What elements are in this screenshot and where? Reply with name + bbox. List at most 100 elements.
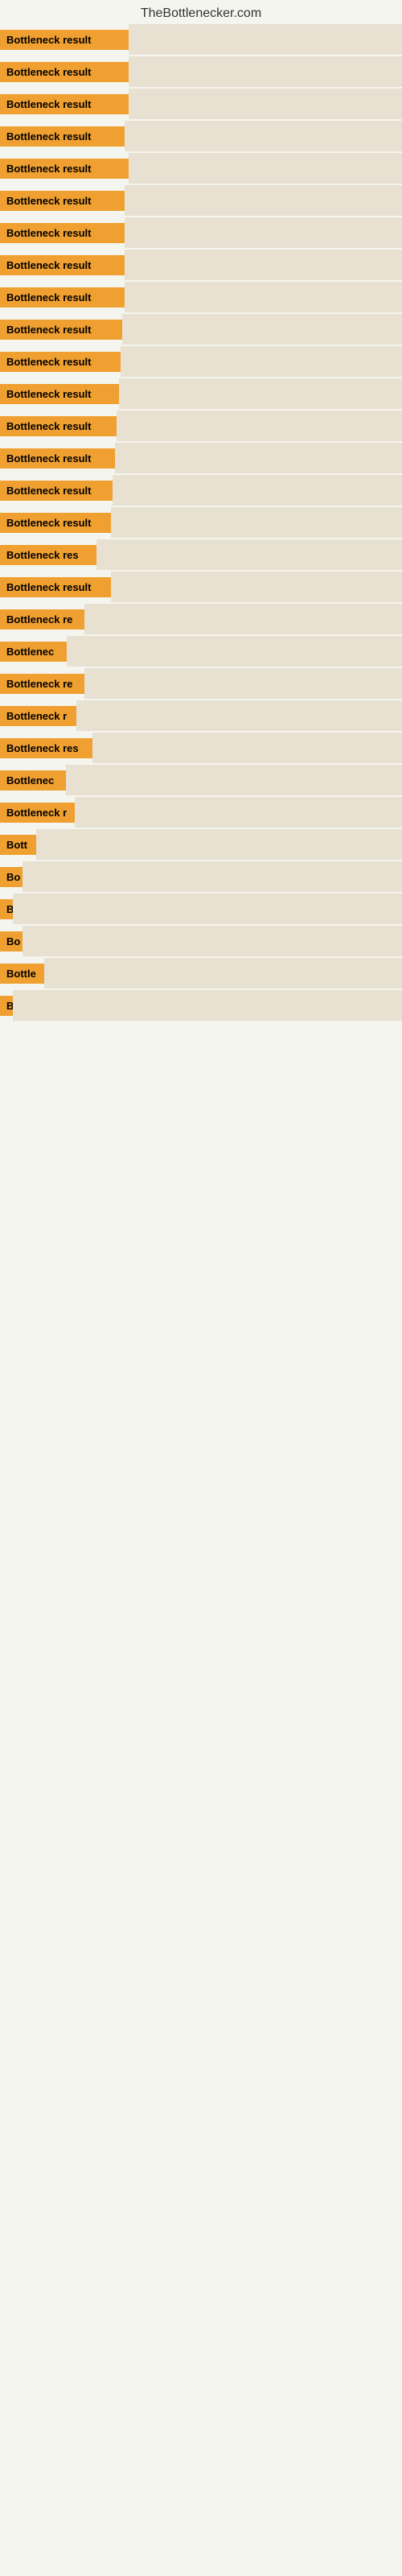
bar-segment [92,733,402,763]
list-item: Bottleneck r [0,797,402,828]
bottleneck-badge[interactable]: Bo [0,867,23,887]
bottleneck-badge[interactable]: Bottleneck result [0,62,129,82]
bottleneck-badge[interactable]: Bo [0,931,23,952]
list-item: Bottlenec [0,636,402,667]
site-title: TheBottlenecker.com [0,0,402,24]
bottleneck-badge[interactable]: Bottleneck result [0,384,119,404]
bottleneck-list: Bottleneck result Bottleneck result Bottle… [0,24,402,1278]
list-item [0,1151,402,1182]
list-item [0,1119,402,1150]
bar-segment [125,250,402,280]
bar-segment [121,346,402,377]
bottleneck-badge[interactable]: Bottleneck result [0,448,115,469]
bottleneck-badge[interactable]: Bottleneck r [0,706,76,726]
list-item: Bottleneck result [0,24,402,55]
bottleneck-badge[interactable]: Bottleneck result [0,191,125,211]
bar-segment [84,604,402,634]
bar-segment [66,765,402,795]
bottleneck-badge[interactable]: Bottlenec [0,642,67,662]
bottleneck-badge[interactable]: Bottleneck result [0,126,125,147]
bottleneck-badge[interactable]: Bottleneck result [0,320,122,340]
list-item [0,1055,402,1085]
list-item: Bo [0,926,402,956]
list-item: Bottleneck result [0,443,402,473]
list-item: Bottleneck result [0,378,402,409]
bottleneck-badge[interactable]: Bottleneck result [0,223,125,243]
bottleneck-badge[interactable]: Bottle [0,964,44,984]
list-item: Bottleneck res [0,733,402,763]
bar-segment [125,282,402,312]
list-item: Bottleneck result [0,314,402,345]
bottleneck-badge[interactable]: Bottleneck result [0,94,129,114]
bottleneck-badge[interactable]: Bottleneck re [0,674,84,694]
list-item: Bottleneck result [0,121,402,151]
bar-segment [23,861,402,892]
bar-segment [13,894,402,924]
list-item [0,1183,402,1214]
list-item: B [0,990,402,1021]
list-item [0,1248,402,1278]
bottleneck-badge[interactable]: Bottleneck result [0,159,129,179]
bottleneck-badge[interactable]: Bottleneck r [0,803,75,823]
bar-segment [129,56,402,87]
bottleneck-badge[interactable]: Bottlenec [0,770,66,791]
list-item: Bottleneck result [0,411,402,441]
list-item [0,1022,402,1053]
bottleneck-badge[interactable]: B [0,899,13,919]
bar-segment [111,507,402,538]
bar-segment [125,185,402,216]
bar-segment [122,314,402,345]
bottleneck-badge[interactable]: Bottleneck result [0,352,121,372]
bar-segment [129,153,402,184]
bar-segment [75,797,402,828]
bar-segment [125,121,402,151]
list-item: Bottleneck res [0,539,402,570]
list-item: Bottleneck r [0,700,402,731]
list-item: Bottleneck result [0,475,402,506]
list-item: Bottleneck result [0,56,402,87]
bar-segment [76,700,402,731]
list-item: Bottleneck result [0,346,402,377]
list-item: Bottleneck result [0,153,402,184]
bottleneck-badge[interactable]: Bottleneck result [0,416,117,436]
bar-segment [119,378,402,409]
bottleneck-badge[interactable]: B [0,996,13,1016]
bottleneck-badge[interactable]: Bottleneck result [0,30,129,50]
bar-segment [44,958,402,989]
bottleneck-badge[interactable]: Bott [0,835,36,855]
bottleneck-badge[interactable]: Bottleneck result [0,287,125,308]
list-item: Bottlenec [0,765,402,795]
list-item: Bottleneck result [0,250,402,280]
list-item: Bottleneck re [0,668,402,699]
bar-segment [67,636,402,667]
list-item: Bottleneck result [0,185,402,216]
bottleneck-badge[interactable]: Bottleneck result [0,577,111,597]
list-item: Bottleneck result [0,89,402,119]
list-item: Bottleneck result [0,507,402,538]
list-item [0,1087,402,1117]
bottleneck-badge[interactable]: Bottleneck result [0,255,125,275]
bar-segment [125,217,402,248]
bottleneck-badge[interactable]: Bottleneck re [0,609,84,630]
bar-segment [96,539,402,570]
bar-segment [36,829,402,860]
list-item: Bott [0,829,402,860]
bottleneck-badge[interactable]: Bottleneck result [0,513,111,533]
list-item: Bottle [0,958,402,989]
bottleneck-badge[interactable]: Bottleneck res [0,738,92,758]
bar-segment [13,990,402,1021]
bar-segment [84,668,402,699]
list-item: Bottleneck result [0,217,402,248]
list-item: B [0,894,402,924]
bar-segment [115,443,402,473]
bar-segment [111,572,402,602]
list-item: Bo [0,861,402,892]
bar-segment [129,24,402,55]
list-item [0,1216,402,1246]
list-item: Bottleneck result [0,282,402,312]
bottleneck-badge[interactable]: Bottleneck result [0,481,113,501]
bar-segment [129,89,402,119]
bar-segment [113,475,402,506]
list-item: Bottleneck re [0,604,402,634]
bottleneck-badge[interactable]: Bottleneck res [0,545,96,565]
